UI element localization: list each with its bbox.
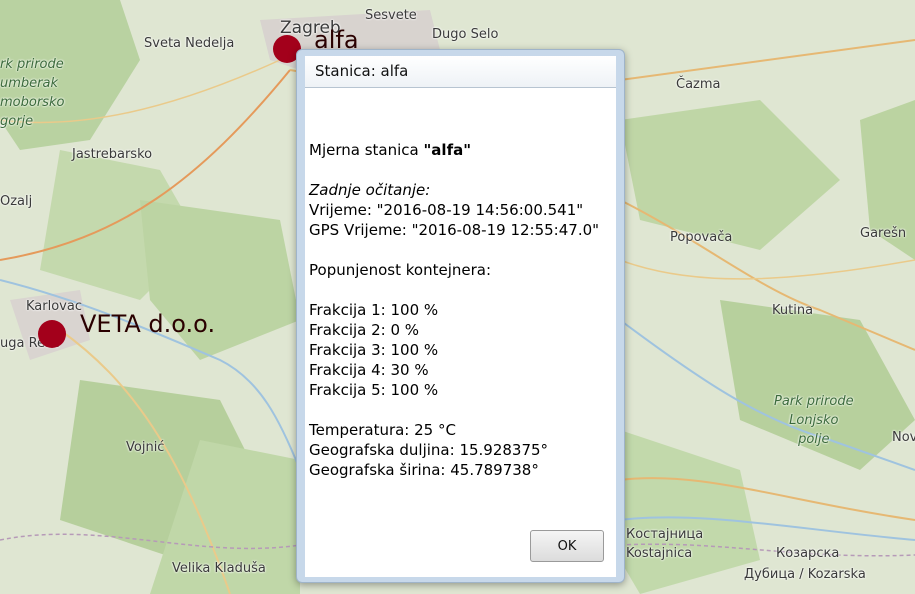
fraction-4: Frakcija 4: 30 %: [309, 361, 429, 379]
dialog-body: Mjerna stanica "alfa" Zadnje očitanje: V…: [305, 88, 616, 577]
place-label: Karlovac: [26, 299, 82, 314]
place-label: Kutina: [772, 303, 814, 318]
dialog-title: Stanica: alfa: [305, 56, 616, 88]
place-label: Nov: [892, 430, 915, 445]
station-name: "alfa": [423, 141, 472, 159]
place-label: Sveta Nedelja: [144, 36, 235, 51]
place-label: Popovača: [670, 230, 733, 245]
place-label: Dugo Selo: [432, 27, 499, 42]
place-label: Velika Kladuša: [172, 561, 266, 576]
place-label: Ozalj: [0, 194, 33, 209]
station-dialog: Stanica: alfa Mjerna stanica "alfa" Zadn…: [296, 49, 625, 583]
station-marker-veta[interactable]: [38, 320, 66, 348]
latitude: Geografska širina: 45.789738°: [309, 461, 539, 479]
fraction-2: Frakcija 2: 0 %: [309, 321, 420, 339]
park-label: rk prirode umberak moborsko gorje: [0, 57, 65, 129]
marker-label: VETA d.o.o.: [80, 310, 216, 338]
temperature: Temperatura: 25 °C: [309, 421, 456, 439]
fraction-1: Frakcija 1: 100 %: [309, 301, 439, 319]
place-label: Sesvete: [365, 8, 417, 23]
place-label: Kostajnica: [626, 546, 693, 561]
fraction-5: Frakcija 5: 100 %: [309, 381, 439, 399]
longitude: Geografska duljina: 15.928375°: [309, 441, 549, 459]
park-label: Park prirode Lonjsko polje: [774, 394, 854, 447]
last-reading-label: Zadnje očitanje:: [309, 181, 431, 199]
place-label: Козарска: [776, 546, 840, 561]
gps-time: GPS Vrijeme: "2016-08-19 12:55:47.0": [309, 221, 600, 239]
station-prefix: Mjerna stanica: [309, 141, 424, 159]
place-label: Jastrebarsko: [72, 147, 153, 162]
reading-time: Vrijeme: "2016-08-19 14:56:00.541": [309, 201, 584, 219]
ok-button[interactable]: OK: [530, 530, 604, 562]
place-label: Дубица / Kozarska: [744, 567, 866, 582]
place-label: Garešn: [860, 226, 907, 241]
place-label: Čazma: [676, 77, 721, 92]
fill-label: Popunjenost kontejnera:: [309, 261, 492, 279]
fraction-3: Frakcija 3: 100 %: [309, 341, 439, 359]
place-label: Vojnić: [126, 440, 165, 455]
station-heading: Mjerna stanica "alfa": [309, 141, 471, 159]
place-label: Костајница: [626, 527, 704, 542]
